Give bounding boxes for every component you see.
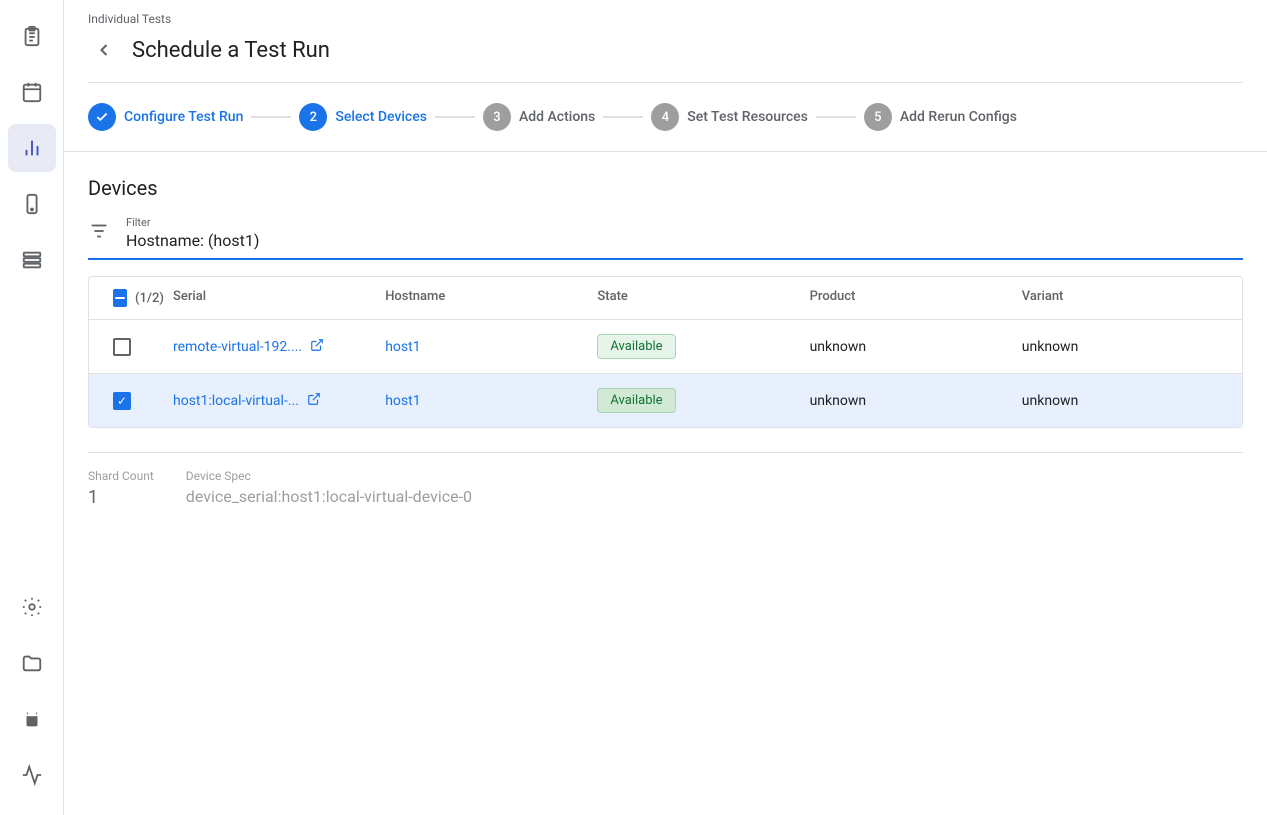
back-button[interactable]: [88, 34, 120, 66]
header: Individual Tests Schedule a Test Run: [64, 0, 1267, 83]
step-5-circle: 5: [864, 103, 892, 131]
sidebar-item-android[interactable]: [8, 695, 56, 743]
step-5-label: Add Rerun Configs: [900, 109, 1017, 125]
row2-checkbox-cell[interactable]: ✓: [105, 378, 165, 424]
device-spec-value: device_serial:host1:local-virtual-device…: [186, 487, 1243, 506]
step-1[interactable]: Configure Test Run: [88, 103, 243, 131]
content-area: Devices Filter Hostname: (host1): [64, 152, 1267, 815]
step-3-label: Add Actions: [519, 109, 595, 125]
row2-external-link-icon[interactable]: [307, 392, 321, 410]
table-row[interactable]: ✓ host1:local-virtual-... host1 Availabl…: [89, 374, 1242, 427]
row2-state-badge: Available: [597, 388, 675, 413]
row2-state: Available: [589, 374, 801, 427]
table-header-product: Product: [802, 277, 1014, 319]
sidebar-item-server[interactable]: [8, 236, 56, 284]
row1-checkbox-cell[interactable]: [105, 324, 165, 370]
shard-count-label: Shard Count: [88, 469, 154, 483]
devices-table: (1/2) Serial Hostname State Product Vari…: [88, 276, 1243, 428]
row1-external-link-icon[interactable]: [310, 338, 324, 356]
sidebar-item-clipboard[interactable]: [8, 12, 56, 60]
row2-variant: unknown: [1014, 379, 1226, 423]
step-3[interactable]: 3 Add Actions: [483, 103, 595, 131]
step-1-circle: [88, 103, 116, 131]
table-header-state: State: [589, 277, 801, 319]
row1-variant: unknown: [1014, 325, 1226, 369]
table-header-select[interactable]: (1/2): [105, 277, 165, 319]
row2-product: unknown: [802, 379, 1014, 423]
row2-checkbox[interactable]: ✓: [113, 392, 131, 410]
row2-serial[interactable]: host1:local-virtual-...: [165, 378, 377, 424]
device-spec-field: Device Spec device_serial:host1:local-vi…: [186, 469, 1243, 508]
row1-state-badge: Available: [597, 334, 675, 359]
shard-count-field: Shard Count 1: [88, 469, 154, 508]
row1-serial[interactable]: remote-virtual-192....: [165, 324, 377, 370]
step-4[interactable]: 4 Set Test Resources: [651, 103, 808, 131]
row1-hostname[interactable]: host1: [377, 325, 589, 369]
filter-value[interactable]: Hostname: (host1): [126, 231, 1243, 250]
sidebar-item-settings[interactable]: [8, 583, 56, 631]
sidebar-item-calendar[interactable]: [8, 68, 56, 116]
row1-checkbox[interactable]: [113, 338, 131, 356]
table-header-hostname: Hostname: [377, 277, 589, 319]
step-5[interactable]: 5 Add Rerun Configs: [864, 103, 1017, 131]
row1-state: Available: [589, 320, 801, 373]
breadcrumb: Individual Tests: [88, 12, 1243, 26]
step-4-label: Set Test Resources: [687, 109, 808, 125]
step-3-circle: 3: [483, 103, 511, 131]
step-connector-4: [816, 116, 856, 118]
step-4-circle: 4: [651, 103, 679, 131]
select-all-checkbox[interactable]: [113, 289, 127, 307]
step-connector-3: [603, 116, 643, 118]
sidebar-item-chart[interactable]: [8, 124, 56, 172]
filter-content: Filter Hostname: (host1): [126, 216, 1243, 250]
sidebar: [0, 0, 64, 815]
table-header-serial: Serial: [165, 277, 377, 319]
filter-label: Filter: [126, 216, 1243, 229]
filter-icon[interactable]: [88, 220, 110, 247]
sidebar-item-folder[interactable]: [8, 639, 56, 687]
device-spec-label: Device Spec: [186, 469, 1243, 483]
table-header: (1/2) Serial Hostname State Product Vari…: [89, 277, 1242, 320]
step-connector-1: [251, 116, 291, 118]
sidebar-item-phone[interactable]: [8, 180, 56, 228]
step-2-label: Select Devices: [335, 109, 427, 125]
row1-product: unknown: [802, 325, 1014, 369]
table-row[interactable]: remote-virtual-192.... host1 Available u…: [89, 320, 1242, 374]
bottom-area: Shard Count 1 Device Spec device_serial:…: [88, 452, 1243, 524]
shard-count-value: 1: [88, 487, 154, 508]
row-count: (1/2): [135, 291, 164, 306]
page-title: Schedule a Test Run: [132, 38, 330, 63]
main-content: Individual Tests Schedule a Test Run Con…: [64, 0, 1267, 815]
devices-title: Devices: [88, 176, 1243, 200]
step-2-circle: 2: [299, 103, 327, 131]
step-2[interactable]: 2 Select Devices: [299, 103, 427, 131]
sidebar-item-monitor[interactable]: [8, 751, 56, 799]
stepper: Configure Test Run 2 Select Devices 3 Ad…: [64, 83, 1267, 152]
title-row: Schedule a Test Run: [88, 34, 1243, 83]
row2-hostname[interactable]: host1: [377, 379, 589, 423]
filter-area: Filter Hostname: (host1): [88, 216, 1243, 260]
step-1-label: Configure Test Run: [124, 109, 243, 125]
step-connector-2: [435, 116, 475, 118]
table-header-variant: Variant: [1014, 277, 1226, 319]
